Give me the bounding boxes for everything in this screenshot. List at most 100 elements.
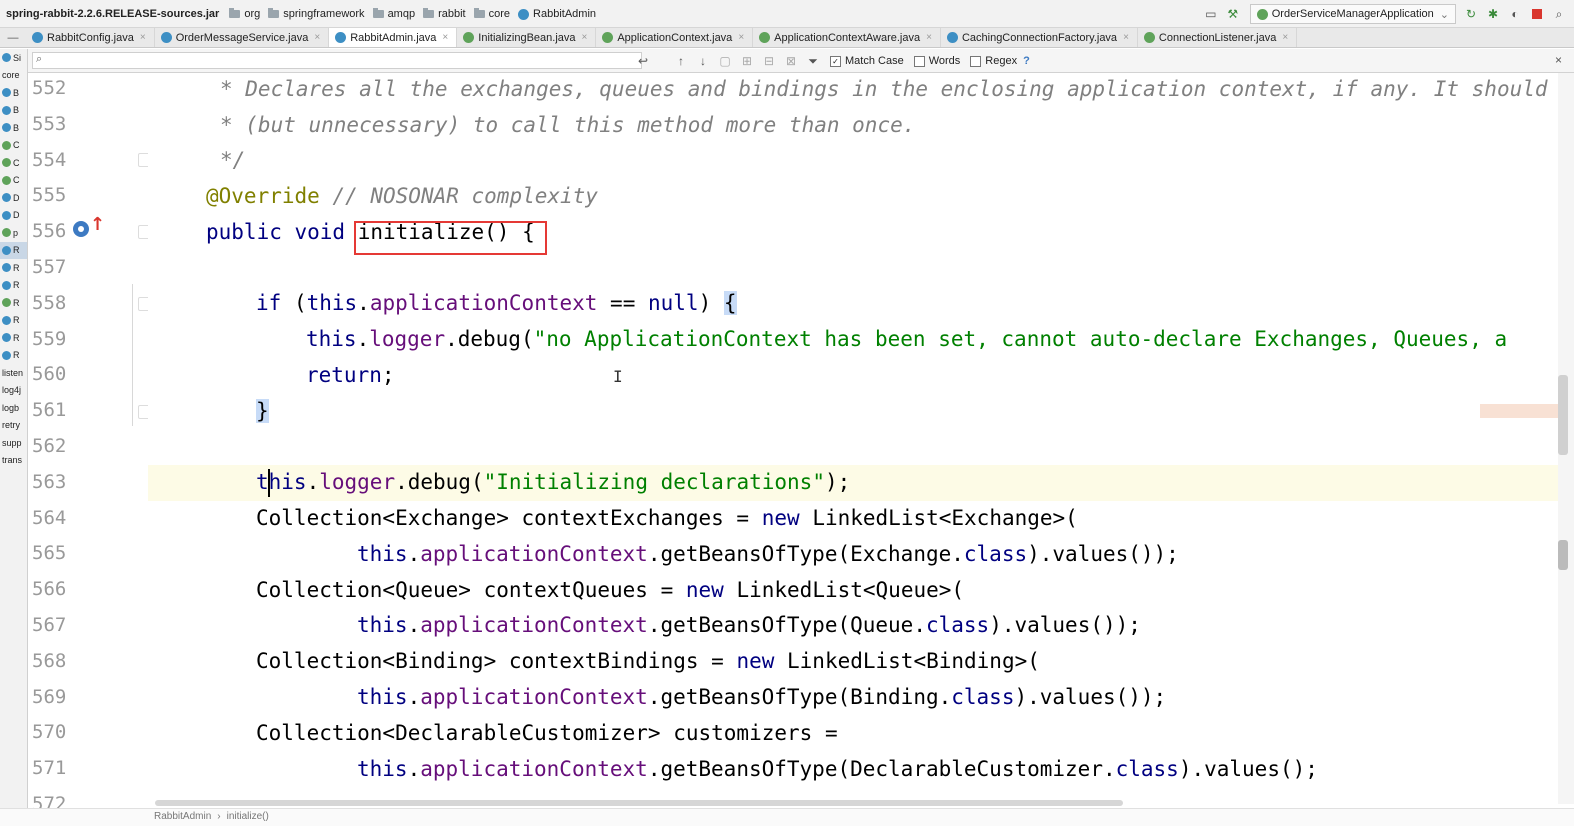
line-number[interactable]: 566: [32, 578, 66, 600]
line-number[interactable]: 552: [32, 77, 66, 99]
editor-tab[interactable]: ConnectionListener.java ×: [1138, 28, 1298, 47]
project-tree-item[interactable]: C: [0, 172, 27, 190]
project-tree-item[interactable]: D: [0, 189, 27, 207]
regex-help-link[interactable]: ?: [1023, 55, 1030, 67]
project-tree-item[interactable]: supp: [0, 434, 27, 452]
tab-menu-icon[interactable]: —: [0, 32, 26, 44]
breadcrumb-item[interactable]: RabbitAdmin: [518, 8, 596, 20]
remove-occurrence-icon[interactable]: ⊟: [762, 54, 776, 68]
line-number[interactable]: 571: [32, 757, 66, 779]
editor-tab[interactable]: InitializingBean.java ×: [457, 28, 597, 47]
project-tree-item[interactable]: C: [0, 137, 27, 155]
match-case-checkbox[interactable]: ✓: [830, 55, 841, 67]
horizontal-scrollbar[interactable]: [155, 800, 1123, 806]
words-checkbox[interactable]: [913, 55, 925, 67]
project-tree-item[interactable]: core: [0, 67, 27, 85]
line-number[interactable]: 568: [32, 650, 66, 672]
code-editor[interactable]: * Declares all the exchanges, queues and…: [148, 73, 1558, 804]
project-tree-item[interactable]: logb: [0, 399, 27, 417]
project-tree-item[interactable]: trans: [0, 452, 27, 470]
project-tree-item[interactable]: R: [0, 294, 27, 312]
vertical-scrollbar-thumb[interactable]: [1558, 375, 1568, 455]
close-find-icon[interactable]: ×: [1555, 53, 1562, 67]
line-number[interactable]: 561: [32, 399, 66, 421]
rerun-icon[interactable]: ↻: [1464, 7, 1478, 21]
build-hammer-icon[interactable]: ⚒: [1226, 7, 1240, 21]
line-number[interactable]: 557: [32, 256, 66, 278]
history-icon[interactable]: ↩: [636, 54, 650, 68]
close-tab-icon[interactable]: ×: [738, 32, 744, 43]
project-tree-item[interactable]: R: [0, 259, 27, 277]
project-tree-item[interactable]: retry: [0, 417, 27, 435]
project-tree-item[interactable]: R: [0, 241, 27, 259]
project-tree-item[interactable]: C: [0, 154, 27, 172]
line-number[interactable]: 553: [32, 113, 66, 135]
project-tree-item[interactable]: p: [0, 224, 27, 242]
breadcrumb-item[interactable]: springframework: [268, 8, 365, 20]
close-tab-icon[interactable]: ×: [582, 32, 588, 43]
next-occurrence-icon[interactable]: ↓: [696, 54, 710, 68]
implementation-marker-icon[interactable]: [73, 221, 89, 237]
close-tab-icon[interactable]: ×: [1282, 32, 1288, 43]
close-tab-icon[interactable]: ×: [442, 32, 448, 43]
project-tree-item[interactable]: R: [0, 277, 27, 295]
close-tab-icon[interactable]: ×: [140, 32, 146, 43]
editor-tab[interactable]: ApplicationContextAware.java ×: [753, 28, 941, 47]
close-tab-icon[interactable]: ×: [1123, 32, 1129, 43]
project-tree-item[interactable]: R: [0, 347, 27, 365]
filter-icon[interactable]: ⏷: [806, 54, 820, 69]
find-input[interactable]: [32, 52, 642, 69]
search-everywhere-icon[interactable]: ⌕: [1552, 7, 1566, 21]
override-arrow-icon[interactable]: ↑: [90, 215, 105, 235]
project-tree-item[interactable]: log4j: [0, 382, 27, 400]
match-case-option[interactable]: ✓ Match Case: [830, 55, 904, 67]
project-tree-item[interactable]: B: [0, 102, 27, 120]
coverage-icon[interactable]: ◐: [1508, 7, 1522, 21]
multi-select-icon[interactable]: ⊠: [784, 54, 798, 68]
editor-tab[interactable]: ApplicationContext.java ×: [596, 28, 754, 47]
breadcrumb-item[interactable]: org: [229, 8, 260, 20]
debug-icon[interactable]: ✱: [1486, 7, 1500, 21]
regex-checkbox[interactable]: [970, 55, 982, 67]
project-tree-item[interactable]: R: [0, 312, 27, 330]
line-number[interactable]: 554: [32, 149, 66, 171]
editor-tab[interactable]: CachingConnectionFactory.java ×: [941, 28, 1138, 47]
code-breadcrumb-item[interactable]: RabbitAdmin: [154, 811, 211, 822]
line-number[interactable]: 558: [32, 292, 66, 314]
project-tree-item[interactable]: B: [0, 119, 27, 137]
breadcrumb-item[interactable]: rabbit: [423, 8, 466, 20]
close-tab-icon[interactable]: ×: [314, 32, 320, 43]
line-number[interactable]: 559: [32, 328, 66, 350]
line-number[interactable]: 565: [32, 542, 66, 564]
editor-tab[interactable]: OrderMessageService.java ×: [155, 28, 330, 47]
line-number[interactable]: 555: [32, 184, 66, 206]
select-all-icon[interactable]: ▢: [718, 54, 732, 68]
words-option[interactable]: Words: [913, 55, 960, 67]
code-breadcrumb-item[interactable]: initialize(): [227, 811, 269, 822]
project-tree-item[interactable]: R: [0, 329, 27, 347]
run-configuration-selector[interactable]: OrderServiceManagerApplication ⌄: [1249, 4, 1456, 24]
line-number[interactable]: 567: [32, 614, 66, 636]
line-number[interactable]: 560: [32, 363, 66, 385]
project-tree-item[interactable]: listen: [0, 364, 27, 382]
line-number[interactable]: 569: [32, 686, 66, 708]
regex-option[interactable]: Regex: [970, 55, 1017, 67]
stop-icon[interactable]: [1530, 7, 1544, 21]
breadcrumb-item[interactable]: spring-rabbit-2.2.6.RELEASE-sources.jar: [6, 8, 219, 20]
project-tree-item[interactable]: Si: [0, 49, 27, 67]
line-number[interactable]: 556: [32, 220, 66, 242]
editor-tab[interactable]: RabbitConfig.java ×: [26, 28, 155, 47]
previous-occurrence-icon[interactable]: ↑: [674, 54, 688, 68]
line-number[interactable]: 563: [32, 471, 66, 493]
add-occurrence-icon[interactable]: ⊞: [740, 54, 754, 68]
close-tab-icon[interactable]: ×: [926, 32, 932, 43]
project-structure-icon[interactable]: ▭: [1204, 7, 1218, 21]
breadcrumb-item[interactable]: amqp: [372, 8, 415, 20]
project-tree-item[interactable]: B: [0, 84, 27, 102]
breadcrumb-item[interactable]: core: [473, 8, 510, 20]
project-tree-item[interactable]: D: [0, 207, 27, 225]
line-number[interactable]: 562: [32, 435, 66, 457]
scroll-position-marker[interactable]: [1558, 540, 1568, 570]
editor-tab[interactable]: RabbitAdmin.java ×: [329, 28, 458, 47]
line-number[interactable]: 564: [32, 507, 66, 529]
